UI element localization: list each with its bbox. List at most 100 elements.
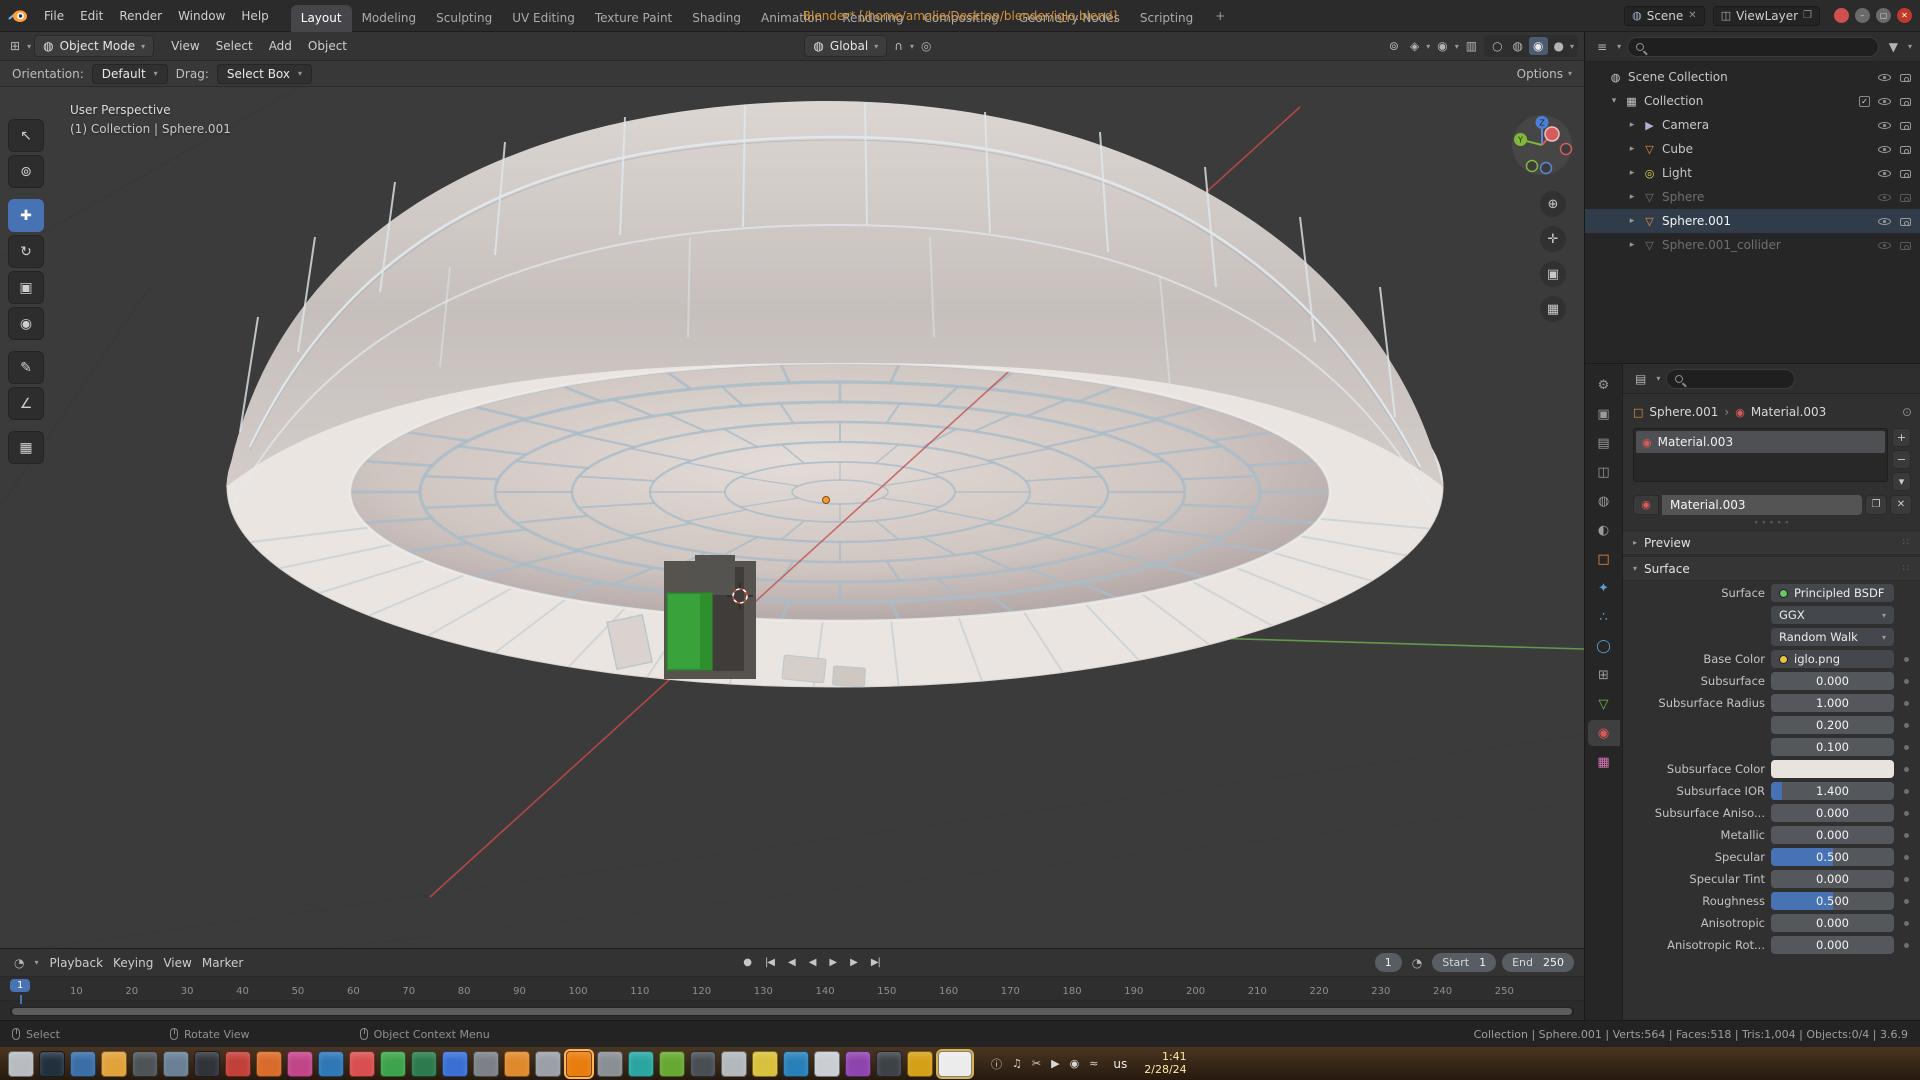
- ortho-toggle-icon[interactable]: ▦: [1540, 296, 1566, 322]
- stopwatch-icon[interactable]: ◔: [1408, 954, 1426, 972]
- tab-scene[interactable]: ◍: [1588, 488, 1620, 514]
- taskbar-app-icon[interactable]: [163, 1051, 189, 1077]
- menubar-item[interactable]: Render: [111, 5, 170, 27]
- snapping-magnet-icon[interactable]: ∩: [890, 37, 907, 55]
- tab-tool[interactable]: ⚙: [1588, 372, 1620, 398]
- navigation-gizmo[interactable]: Z Y: [1510, 113, 1574, 177]
- viewport-menu-item[interactable]: View: [163, 35, 207, 57]
- taskbar-app-icon[interactable]: [318, 1051, 344, 1077]
- workspace-tab[interactable]: Animation: [751, 5, 832, 32]
- taskbar-app-icon[interactable]: [845, 1051, 871, 1077]
- keyboard-layout-indicator[interactable]: us: [1113, 1057, 1127, 1071]
- animate-dot[interactable]: [1900, 855, 1912, 860]
- timeline-scrollbar[interactable]: [10, 1007, 1574, 1016]
- taskbar-app-icon[interactable]: [256, 1051, 282, 1077]
- menubar-item[interactable]: Window: [170, 5, 233, 27]
- taskbar-app-icon[interactable]: [411, 1051, 437, 1077]
- collection-checkbox[interactable]: ✓: [1859, 96, 1870, 107]
- base-color-field[interactable]: iglo.png: [1771, 650, 1894, 668]
- tool-annotate[interactable]: ✎: [8, 351, 44, 384]
- taskbar-app-icon[interactable]: [225, 1051, 251, 1077]
- filter-icon[interactable]: ▼: [1885, 38, 1902, 56]
- disable-render-camera-icon[interactable]: [1899, 239, 1912, 251]
- add-slot-button[interactable]: +: [1892, 428, 1911, 447]
- slot-specials-button[interactable]: ▾: [1892, 472, 1911, 491]
- disable-render-camera-icon[interactable]: [1899, 95, 1912, 107]
- taskbar-app-icon[interactable]: [39, 1051, 65, 1077]
- taskbar-app-icon[interactable]: [8, 1051, 34, 1077]
- disable-render-camera-icon[interactable]: [1899, 167, 1912, 179]
- tab-material[interactable]: ◉: [1588, 720, 1620, 746]
- property-slider[interactable]: 0.000: [1771, 870, 1894, 888]
- workspace-tab[interactable]: Geometry Nodes: [1009, 5, 1130, 32]
- timeline-menu-item[interactable]: View: [158, 954, 196, 972]
- property-slider[interactable]: 1.000: [1771, 694, 1894, 712]
- timeline-editor-icon[interactable]: ◔: [10, 954, 28, 972]
- timeline-ruler[interactable]: 1020304050607080901001101201301401501601…: [0, 977, 1584, 1001]
- animate-dot[interactable]: [1900, 833, 1912, 838]
- proportional-editing-icon[interactable]: ◎: [917, 37, 935, 55]
- shading-wireframe-icon[interactable]: ○: [1488, 37, 1506, 55]
- play-reverse-button[interactable]: ◀: [805, 955, 820, 970]
- add-workspace-button[interactable]: +: [1207, 3, 1233, 29]
- animate-dot[interactable]: [1900, 723, 1912, 728]
- properties-editor-icon[interactable]: ▤: [1631, 370, 1650, 388]
- tool-add-cube[interactable]: ▦: [8, 431, 44, 464]
- material-slot-list[interactable]: ◉ Material.003: [1633, 428, 1888, 482]
- viewport-canvas[interactable]: User Perspective (1) Collection | Sphere…: [0, 87, 1584, 948]
- gizmos-caret-icon[interactable]: ▾: [1426, 42, 1430, 51]
- animate-dot[interactable]: [1900, 899, 1912, 904]
- expand-arrow-icon[interactable]: ▸: [1627, 192, 1637, 202]
- animate-dot[interactable]: [1900, 921, 1912, 926]
- menubar-item[interactable]: File: [36, 5, 72, 27]
- tool-rotate[interactable]: ↻: [8, 235, 44, 268]
- taskbar-app-icon[interactable]: [814, 1051, 840, 1077]
- auto-keying-record-icon[interactable]: ●: [739, 955, 755, 970]
- gizmos-toggle-icon[interactable]: ◈: [1406, 37, 1423, 55]
- orientation-dropdown[interactable]: ◍ Global ▾: [804, 35, 887, 57]
- tool-3d-cursor[interactable]: ⊚: [8, 155, 44, 188]
- animate-dot[interactable]: [1900, 789, 1912, 794]
- selectability-icon[interactable]: ⊚: [1385, 37, 1403, 55]
- taskbar-app-icon[interactable]: [473, 1051, 499, 1077]
- animate-dot[interactable]: [1900, 877, 1912, 882]
- tool-transform[interactable]: ◉: [8, 307, 44, 340]
- pan-hand-icon[interactable]: ✛: [1540, 226, 1566, 252]
- shading-solid-icon[interactable]: ◍: [1509, 37, 1527, 55]
- animate-dot[interactable]: [1900, 745, 1912, 750]
- shading-rendered-icon[interactable]: ●: [1550, 37, 1568, 55]
- taskbar-app-icon[interactable]: [752, 1051, 778, 1077]
- taskbar-app-icon[interactable]: [938, 1051, 972, 1077]
- expand-arrow-icon[interactable]: ▸: [1627, 120, 1637, 130]
- outliner-row[interactable]: ▸ ▽ Sphere.001_collider ✓: [1585, 233, 1920, 257]
- property-slider[interactable]: 0.100: [1771, 738, 1894, 756]
- blender-logo-icon[interactable]: [8, 9, 28, 23]
- taskbar-app-icon[interactable]: [287, 1051, 313, 1077]
- minimize-button[interactable]: –: [1855, 8, 1870, 23]
- end-frame-field[interactable]: End 250: [1502, 953, 1574, 972]
- outliner-row[interactable]: ▸ ▽ Sphere.001 ✓: [1585, 209, 1920, 233]
- disable-render-camera-icon[interactable]: [1899, 71, 1912, 83]
- overlays-toggle-icon[interactable]: ◉: [1433, 37, 1451, 55]
- tray-icon[interactable]: ⓘ: [991, 1056, 1002, 1072]
- timeline-track[interactable]: [0, 1001, 1584, 1006]
- workspace-tab[interactable]: Layout: [291, 5, 352, 32]
- tab-view-layer[interactable]: ◫: [1588, 459, 1620, 485]
- taskbar-app-icon[interactable]: [504, 1051, 530, 1077]
- shading-caret-icon[interactable]: ▾: [1570, 42, 1574, 51]
- tab-physics[interactable]: ◯: [1588, 633, 1620, 659]
- taskbar-app-icon[interactable]: [597, 1051, 623, 1077]
- taskbar-app-icon[interactable]: [876, 1051, 902, 1077]
- properties-search-input[interactable]: [1666, 369, 1795, 389]
- outliner-row[interactable]: ▸ ◎ Light ✓: [1585, 161, 1920, 185]
- scene-unlink-icon[interactable]: ✕: [1688, 10, 1696, 21]
- breadcrumb-material[interactable]: Material.003: [1751, 405, 1826, 419]
- property-slider[interactable]: 0.000: [1771, 826, 1894, 844]
- taskbar-app-icon[interactable]: [380, 1051, 406, 1077]
- new-material-button[interactable]: ❐: [1865, 495, 1887, 515]
- tool-move[interactable]: ✚: [8, 199, 44, 232]
- property-slider[interactable]: [1771, 760, 1894, 778]
- taskbar-app-icon[interactable]: [907, 1051, 933, 1077]
- property-slider[interactable]: 0.200: [1771, 716, 1894, 734]
- outliner-editor-icon[interactable]: ≡: [1593, 38, 1611, 56]
